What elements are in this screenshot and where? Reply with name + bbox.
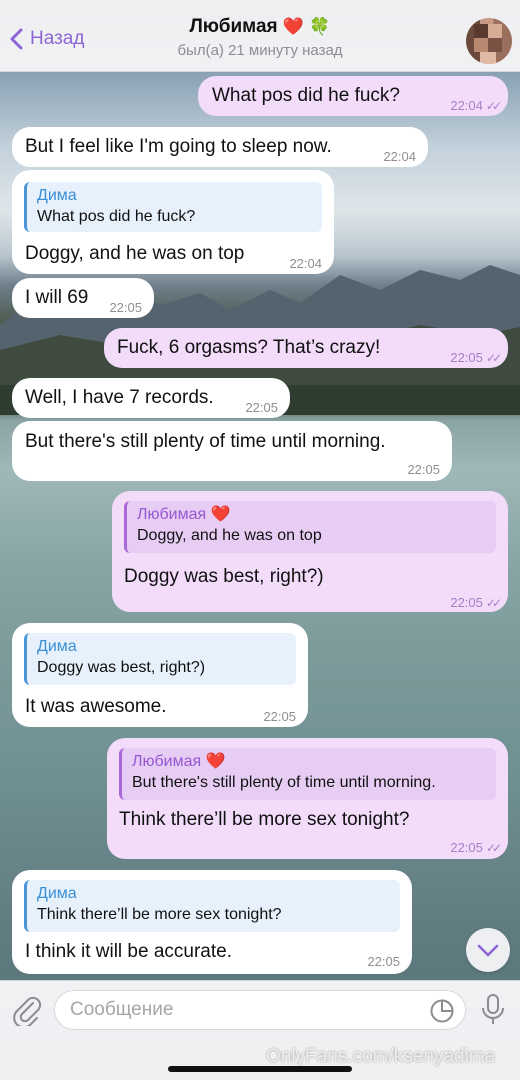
message-bubble-incoming[interactable]: Дима Think there’ll be more sex tonight?… [12, 870, 412, 974]
chevron-down-icon [477, 944, 499, 957]
heart-emoji: ❤️ [282, 17, 305, 36]
reply-text: Doggy, and he was on top [137, 527, 322, 544]
message-input-wrapper[interactable] [54, 990, 466, 1030]
message-time: 22:04 [289, 256, 322, 271]
message-text: I will 69 [25, 287, 89, 308]
sticker-icon[interactable] [429, 998, 455, 1024]
message-bubble-outgoing[interactable]: Fuck, 6 orgasms? That’s crazy! 22:05 ✓✓ [104, 328, 508, 368]
message-text: But I feel like I'm going to sleep now. [25, 136, 332, 157]
reply-author: Дима [37, 638, 77, 655]
message-time: 22:05 [450, 840, 483, 855]
contact-name-text: Любимая [189, 16, 278, 37]
reply-author: Дима [37, 885, 77, 902]
reply-author: Любимая ❤️ [132, 752, 486, 772]
message-bubble-incoming[interactable]: Дима What pos did he fuck? Doggy, and he… [12, 170, 334, 274]
message-text: Fuck, 6 orgasms? That’s crazy! [117, 337, 381, 358]
last-seen-status: был(а) 21 минуту назад [177, 42, 343, 59]
message-time: 22:05 [109, 300, 142, 315]
contact-name: Любимая ❤️ 🍀 [0, 16, 520, 38]
message-text: But there's still plenty of time until m… [25, 431, 386, 452]
message-input[interactable] [70, 999, 410, 1021]
reply-text: But there's still plenty of time until m… [132, 774, 436, 791]
message-time: 22:05 [245, 400, 278, 415]
message-time: 22:05 [407, 462, 440, 477]
reply-quote[interactable]: Любимая ❤️ But there's still plenty of t… [119, 748, 496, 800]
message-bubble-incoming[interactable]: But there's still plenty of time until m… [12, 421, 452, 481]
message-meta: 22:05 ✓✓ [450, 591, 502, 615]
message-text: Doggy was best, right?) [124, 566, 324, 587]
microphone-icon[interactable] [480, 993, 506, 1027]
message-time: 22:04 [383, 149, 416, 164]
reply-text: Doggy was best, right?) [37, 659, 206, 676]
reply-author-name: Любимая [132, 753, 202, 770]
message-time: 22:05 [367, 954, 400, 969]
message-time: 22:05 [450, 595, 483, 610]
reply-quote[interactable]: Дима Doggy was best, right?) [24, 633, 296, 685]
message-text: What pos did he fuck? [212, 85, 400, 106]
message-bubble-outgoing[interactable]: What pos did he fuck? 22:04 ✓✓ [198, 76, 508, 116]
message-meta: 22:05 ✓✓ [450, 346, 502, 370]
double-check-icon: ✓✓ [485, 351, 502, 365]
message-text: I think it will be accurate. [25, 941, 232, 962]
reply-author: Любимая ❤️ [137, 505, 486, 525]
message-bubble-outgoing[interactable]: Любимая ❤️ But there's still plenty of t… [107, 738, 508, 859]
message-bubble-outgoing[interactable]: Любимая ❤️ Doggy, and he was on top Dogg… [112, 491, 508, 612]
scroll-to-bottom-button[interactable] [466, 928, 510, 972]
message-text: Well, I have 7 records. [25, 387, 214, 408]
message-meta: 22:05 ✓✓ [450, 836, 502, 860]
message-text: Doggy, and he was on top [25, 243, 245, 264]
double-check-icon: ✓✓ [485, 99, 502, 113]
reply-text: Think there’ll be more sex tonight? [37, 906, 282, 923]
message-time: 22:05 [450, 350, 483, 365]
clover-emoji: 🍀 [309, 17, 331, 36]
message-time: 22:05 [263, 709, 296, 724]
double-check-icon: ✓✓ [485, 841, 502, 855]
reply-quote[interactable]: Дима Think there’ll be more sex tonight? [24, 880, 400, 932]
message-bubble-incoming[interactable]: I will 69 22:05 [12, 278, 154, 318]
reply-author: Дима [37, 187, 77, 204]
reply-author-name: Любимая [137, 506, 207, 523]
message-text: It was awesome. [25, 696, 167, 717]
reply-quote[interactable]: Дима What pos did he fuck? [24, 182, 322, 232]
home-indicator [168, 1066, 352, 1072]
heart-emoji: ❤️ [210, 506, 231, 523]
chat-title-area[interactable]: Любимая ❤️ 🍀 был(а) 21 минуту назад [0, 16, 520, 59]
watermark-text: OnlyFans.com/ksenyadima [266, 1046, 496, 1067]
message-bubble-incoming[interactable]: But I feel like I'm going to sleep now. … [12, 127, 428, 167]
reply-quote[interactable]: Любимая ❤️ Doggy, and he was on top [124, 501, 496, 553]
message-text: Think there’ll be more sex tonight? [119, 809, 410, 830]
message-time: 22:04 [450, 98, 483, 113]
attach-icon[interactable] [12, 994, 42, 1026]
double-check-icon: ✓✓ [485, 596, 502, 610]
message-bubble-incoming[interactable]: Дима Doggy was best, right?) It was awes… [12, 623, 308, 727]
message-bubble-incoming[interactable]: Well, I have 7 records. 22:05 [12, 378, 290, 418]
message-meta: 22:04 ✓✓ [450, 94, 502, 118]
chat-header: Назад Любимая ❤️ 🍀 был(а) 21 минуту наза… [0, 0, 520, 72]
avatar[interactable] [466, 18, 512, 64]
reply-text: What pos did he fuck? [37, 208, 196, 225]
heart-emoji: ❤️ [205, 753, 226, 770]
